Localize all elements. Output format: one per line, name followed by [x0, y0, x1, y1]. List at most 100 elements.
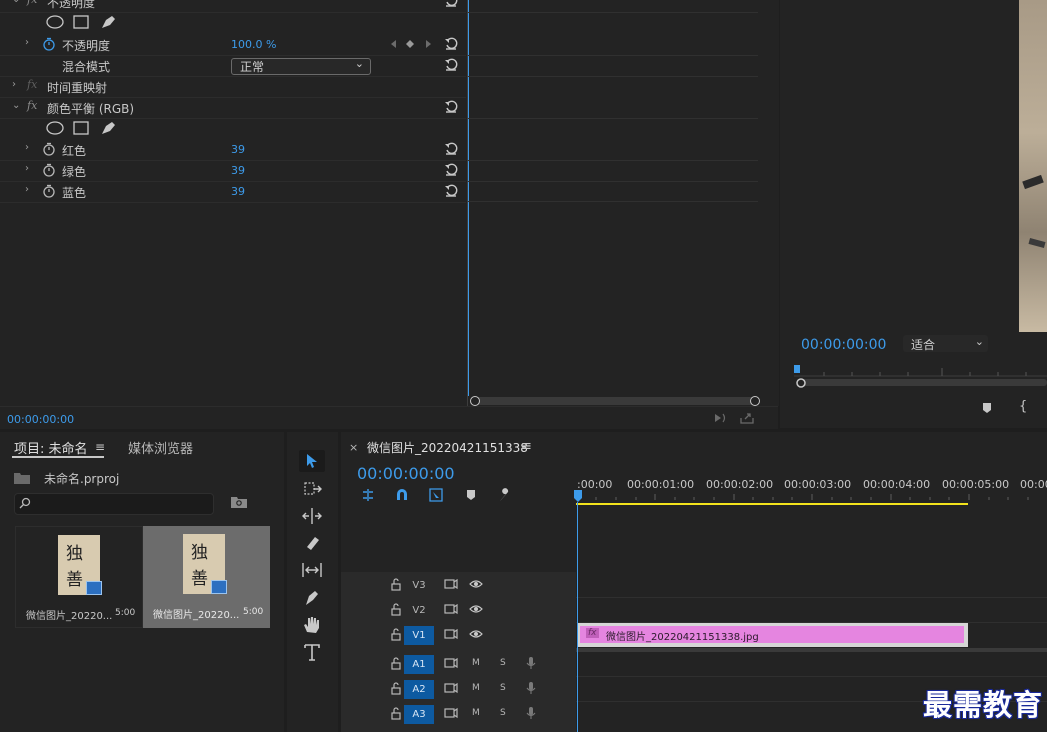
fx-icon[interactable]: fx — [27, 99, 37, 112]
nest-sequence-icon[interactable] — [361, 488, 375, 502]
selection-tool[interactable] — [299, 450, 325, 472]
effect-timecode[interactable]: 00:00:00:00 — [7, 413, 74, 426]
track-area-empty[interactable] — [576, 506, 1047, 572]
video-clip[interactable]: fx 微信图片_20220421151338.jpg — [580, 626, 964, 643]
opacity-value[interactable]: 100.0 % — [231, 38, 276, 51]
reset-icon[interactable] — [444, 58, 458, 72]
chevron-right-icon[interactable]: › — [25, 163, 29, 174]
microphone-icon[interactable] — [524, 681, 538, 695]
chevron-right-icon[interactable]: › — [25, 142, 29, 153]
solo-button[interactable]: S — [500, 708, 506, 718]
lock-icon[interactable] — [389, 656, 403, 670]
chevron-right-icon[interactable]: › — [25, 37, 29, 48]
microphone-icon[interactable] — [524, 656, 538, 670]
work-area-bar[interactable] — [576, 503, 968, 505]
track-target-a3[interactable]: A3 — [404, 705, 434, 724]
chevron-right-icon[interactable]: › — [25, 184, 29, 195]
track-target-v3[interactable]: V3 — [404, 576, 434, 595]
lock-icon[interactable] — [389, 602, 403, 616]
add-marker-icon[interactable] — [465, 489, 477, 501]
rectangle-mask-icon[interactable] — [73, 15, 89, 29]
track-lane[interactable] — [576, 652, 1047, 677]
stopwatch-icon[interactable] — [42, 184, 56, 198]
blue-value[interactable]: 39 — [231, 185, 245, 198]
linked-selection-icon[interactable] — [429, 488, 443, 502]
stopwatch-icon[interactable] — [42, 163, 56, 177]
sync-lock-icon[interactable] — [444, 627, 458, 641]
project-item[interactable]: 独 善 微信图片_20220... 5:00 — [15, 526, 143, 628]
eye-icon[interactable] — [469, 602, 483, 616]
track-target-a1[interactable]: A1 — [404, 655, 434, 674]
effect-row-green[interactable]: › 绿色 39 — [0, 160, 466, 182]
sync-lock-icon[interactable] — [444, 656, 458, 670]
stopwatch-icon-active[interactable] — [42, 37, 56, 51]
effect-row-color-balance[interactable]: ⌄ fx 颜色平衡 (RGB) — [0, 97, 466, 119]
mute-button[interactable]: M — [472, 658, 480, 668]
hand-icon[interactable] — [299, 614, 325, 636]
lock-icon[interactable] — [389, 706, 403, 720]
snap-magnet-icon[interactable] — [395, 488, 409, 502]
track-target-v1[interactable]: V1 — [404, 626, 434, 645]
track-lane[interactable] — [576, 573, 1047, 598]
eye-icon[interactable] — [469, 627, 483, 641]
sequence-tab[interactable]: 微信图片_20220421151338 — [367, 439, 528, 456]
pen-mask-icon[interactable] — [102, 122, 115, 134]
rectangle-mask-icon[interactable] — [73, 121, 89, 135]
search-input[interactable] — [14, 493, 214, 515]
play-audio-icon[interactable] — [713, 411, 727, 425]
close-sequence-icon[interactable]: × — [349, 441, 358, 454]
sync-lock-icon[interactable] — [444, 602, 458, 616]
reset-icon[interactable] — [444, 142, 458, 156]
playhead-handle[interactable] — [574, 490, 582, 502]
scrollbar-handle-right[interactable] — [750, 396, 760, 406]
mute-button[interactable]: M — [472, 683, 480, 693]
track-target-a2[interactable]: A2 — [404, 680, 434, 699]
razor-icon[interactable] — [299, 532, 325, 554]
reset-icon[interactable] — [444, 37, 458, 51]
microphone-icon[interactable] — [524, 706, 538, 720]
track-select-forward-icon[interactable] — [299, 478, 325, 500]
reset-icon[interactable] — [444, 163, 458, 177]
solo-button[interactable]: S — [500, 683, 506, 693]
ellipse-mask-icon[interactable] — [46, 15, 64, 29]
wrench-icon[interactable] — [497, 488, 511, 502]
project-item-selected[interactable]: 独 善 微信图片_20220... 5:00 — [143, 526, 270, 628]
reset-icon[interactable] — [444, 184, 458, 198]
pen-mask-icon[interactable] — [102, 16, 115, 28]
tab-media-browser[interactable]: 媒体浏览器 — [128, 438, 193, 457]
panel-menu-icon[interactable]: ≡ — [95, 440, 105, 454]
solo-button[interactable]: S — [500, 658, 506, 668]
timeline-playhead-line[interactable] — [577, 502, 578, 732]
chevron-down-icon[interactable]: ⌄ — [12, 0, 20, 5]
keyframe-nav[interactable] — [390, 39, 434, 49]
sync-lock-icon[interactable] — [444, 577, 458, 591]
slip-icon[interactable] — [299, 559, 325, 581]
scrollbar-handle-left[interactable] — [470, 396, 480, 406]
effect-keyframe-area[interactable] — [467, 0, 779, 406]
track-target-v2[interactable]: V2 — [404, 601, 434, 620]
effect-row-time-remap[interactable]: › fx 时间重映射 — [0, 76, 466, 98]
timeline-timecode[interactable]: 00:00:00:00 — [357, 464, 455, 483]
type-tool-icon[interactable] — [299, 641, 325, 663]
program-ruler[interactable] — [794, 362, 1047, 392]
lock-icon[interactable] — [389, 627, 403, 641]
green-value[interactable]: 39 — [231, 164, 245, 177]
red-value[interactable]: 39 — [231, 143, 245, 156]
mute-button[interactable]: M — [472, 708, 480, 718]
blend-mode-select[interactable]: 正常 ⌄ — [231, 57, 371, 75]
export-icon[interactable] — [740, 411, 754, 425]
effect-scrollbar[interactable] — [474, 397, 756, 405]
effect-row-opacity[interactable]: › 不透明度 100.0 % — [0, 34, 466, 56]
find-folder-icon[interactable] — [231, 496, 247, 508]
stopwatch-icon[interactable] — [42, 142, 56, 156]
panel-menu-icon[interactable]: ≡ — [521, 439, 532, 454]
eye-icon[interactable] — [469, 577, 483, 591]
lock-icon[interactable] — [389, 681, 403, 695]
fx-icon[interactable]: fx — [27, 0, 37, 6]
reset-icon[interactable] — [444, 100, 458, 114]
tab-project[interactable]: 项目: 未命名 — [14, 438, 88, 457]
track-lane[interactable] — [576, 598, 1047, 623]
fit-select[interactable]: 适合 ⌄ — [903, 335, 988, 352]
sync-lock-icon[interactable] — [444, 681, 458, 695]
mark-in-icon[interactable]: { — [1019, 399, 1027, 414]
